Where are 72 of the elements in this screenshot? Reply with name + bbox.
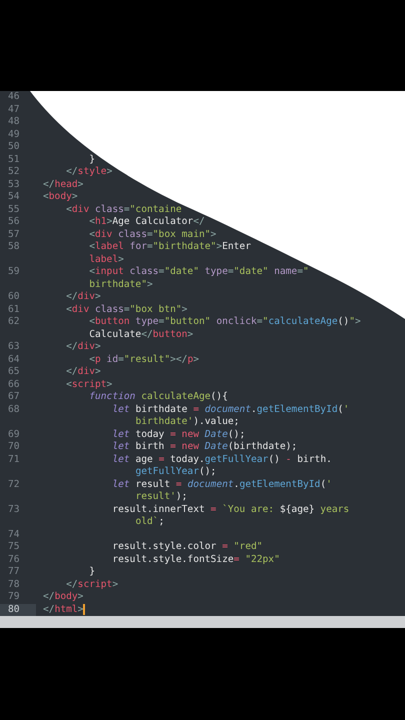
code-line: result.style.fontSize= "22px": [112, 554, 280, 566]
code-line: let result = document.getElementById(': [112, 478, 332, 491]
line-number: 77: [7, 566, 21, 578]
code-line: <h1>Age Calculator</: [89, 216, 205, 228]
code-line: }: [89, 154, 95, 166]
line-number: 72: [7, 478, 21, 491]
line-number: 66: [7, 378, 21, 391]
code-line: </head>: [43, 178, 84, 191]
line-number: 76: [7, 554, 21, 566]
code-line: <div class="box btn">: [66, 304, 188, 316]
code-line: </script>: [66, 578, 118, 591]
line-number: 49: [7, 128, 21, 141]
code-line: label>: [89, 254, 124, 266]
code-line: let birthdate = document.getElementById(': [112, 404, 350, 416]
line-number: 64: [7, 354, 21, 366]
line-number: 80: [0, 604, 36, 616]
code-line: getFullYear();: [135, 466, 216, 478]
code-line: </body>: [43, 591, 84, 604]
code-line: old`;: [135, 516, 164, 528]
code-line: <div class="box main">: [89, 228, 216, 241]
code-line: </html>: [43, 604, 84, 616]
text-cursor: [83, 604, 85, 616]
line-number: 67: [7, 391, 21, 404]
line-number: 58: [7, 241, 21, 254]
code-line: result.innerText = `You are: ${age} years: [112, 504, 350, 516]
code-line: <label for="birthdate">Enter: [89, 241, 251, 254]
code-line: <div class="containe: [66, 204, 182, 216]
code-line: let today = new Date();: [112, 428, 246, 441]
code-line: }: [89, 566, 95, 578]
line-number: 56: [7, 216, 21, 228]
line-number: 53: [7, 178, 21, 191]
line-number: 60: [7, 291, 21, 304]
code-line: result.style.color = "red": [112, 541, 263, 554]
line-number: 47: [7, 104, 21, 116]
line-number: 55: [7, 204, 21, 216]
code-line: <p id="result"></p>: [89, 354, 199, 366]
code-line: Calculate</button>: [89, 328, 194, 341]
line-number: 73: [7, 504, 21, 516]
code-line: </style>: [66, 166, 112, 178]
line-number: 65: [7, 366, 21, 378]
code-line: birthdate">: [89, 278, 153, 291]
line-number: 54: [7, 191, 21, 204]
code-line: <button type="button" onclick="calculateAge()">: [89, 316, 361, 328]
line-number: 70: [7, 441, 21, 454]
code-line: </div>: [66, 341, 101, 354]
line-number: 52: [7, 166, 21, 178]
line-number: 61: [7, 304, 21, 316]
line-number: 59: [7, 266, 21, 278]
code-line: result');: [135, 491, 188, 504]
line-number: 50: [7, 141, 21, 154]
line-number: 48: [7, 116, 21, 128]
line-number: 79: [7, 591, 21, 604]
line-number: 63: [7, 341, 21, 354]
code-line: <input class="date" type="date" name=": [89, 266, 309, 278]
line-number: 46: [7, 91, 21, 104]
line-number: 62: [7, 316, 21, 328]
code-line: </div>: [66, 366, 101, 378]
code-line: <script>: [66, 378, 112, 391]
code-line: let birth = new Date(birthdate);: [112, 441, 298, 454]
line-number: 69: [7, 428, 21, 441]
line-number: 51: [7, 154, 21, 166]
code-line: let age = today.getFullYear() - birth.: [112, 454, 332, 466]
code-line: <body>: [43, 191, 78, 204]
line-number: 57: [7, 228, 21, 241]
code-line: birthdate').value;: [135, 416, 240, 428]
line-number: 74: [7, 528, 21, 541]
line-number: 71: [7, 454, 21, 466]
code-line: function calculateAge(){: [89, 391, 228, 404]
line-number: 75: [7, 541, 21, 554]
line-number: 68: [7, 404, 21, 416]
line-number: 78: [7, 578, 21, 591]
code-line: </div>: [66, 291, 101, 304]
